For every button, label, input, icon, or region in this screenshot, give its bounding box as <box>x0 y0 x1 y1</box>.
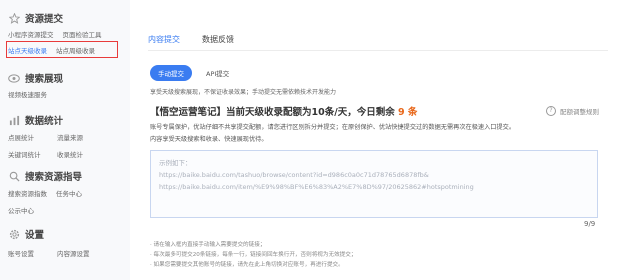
submit-mode-switch: 手动提交 API提交 <box>150 65 237 81</box>
nav-sub-row: 小程序资源提交 页面检验工具 <box>8 29 111 39</box>
quota-rule-label: 配额调整规则 <box>560 108 599 116</box>
nav-sub-row: 点展统计 流量来源 <box>8 132 92 142</box>
nav-item-mini-program-submit[interactable]: 小程序资源提交 <box>8 29 54 39</box>
tab-data-feedback[interactable]: 数据反馈 <box>202 34 234 51</box>
question-icon: ? <box>546 106 556 116</box>
nav-item-content-source-settings[interactable]: 内容源设置 <box>57 248 90 258</box>
quota-heading: 【悟空运营笔记】当前天级收录配额为10条/天，今日剩余 9 条 <box>150 104 417 118</box>
tip-line: · 请在输入框内直接手动输入需要提交的链接； <box>150 242 266 248</box>
nav-group-header[interactable]: 数据统计 <box>8 112 92 128</box>
nav-item-traffic-source[interactable]: 流量来源 <box>57 132 83 142</box>
nav-item-page-check-tool[interactable]: 页面检验工具 <box>63 29 102 39</box>
nav-item-search-index[interactable]: 搜索资源指数 <box>8 188 47 198</box>
nav-item-video-fast-service[interactable]: 视频极速服务 <box>8 89 47 99</box>
tip-line: · 如果您需要提交其他账号的链接，请先在此上角切换对应账号，再进行提交。 <box>150 262 344 268</box>
eye-icon <box>8 72 20 84</box>
nav-group-title: 资源提交 <box>25 14 64 25</box>
nav-group-header[interactable]: 搜索资源指导 <box>8 168 91 184</box>
api-submit-button[interactable]: API提交 <box>198 65 237 81</box>
tab-divider <box>148 50 608 51</box>
nav-group-title: 搜索展现 <box>25 74 64 85</box>
tip-line: · 每次最多可提交20条链接，每条一行，链接间回车换行开，否则将视为无效提交； <box>150 252 357 258</box>
mode-description: 享受天级搜索展现，不保证收录效果；手动提交无需依赖技术开发能力 <box>150 89 337 96</box>
quota-remaining: 9 条 <box>398 107 418 118</box>
quota-rule-link[interactable]: ? 配额调整规则 <box>546 106 599 116</box>
url-counter: 9/9 <box>584 220 596 228</box>
manual-submit-button[interactable]: 手动提交 <box>150 65 192 81</box>
textarea-placeholder-label: 示例如下： <box>159 159 192 167</box>
highlight-box <box>6 41 118 58</box>
nav-sub-row: 搜索资源指数 任务中心 <box>8 188 91 198</box>
tab-content-submit[interactable]: 内容提交 <box>148 34 180 51</box>
main-panel: 内容提交 数据反馈 手动提交 API提交 享受天级搜索展现，不保证收录效果；手动… <box>136 0 621 280</box>
nav-group-header[interactable]: 设置 <box>8 226 99 242</box>
page: 资源提交 小程序资源提交 页面检验工具 站点天级收录 站点周级收录 搜索展现 视… <box>0 0 621 280</box>
nav-sub-row: 关键词统计 收录统计 <box>8 149 92 159</box>
nav-item-indexing-stats[interactable]: 收录统计 <box>57 149 83 159</box>
nav-item-public-center[interactable]: 公示中心 <box>8 205 34 215</box>
nav-group-title: 搜索资源指导 <box>25 172 83 183</box>
nav-item-keyword-stats[interactable]: 关键词统计 <box>8 149 48 159</box>
nav-sub-row: 公示中心 <box>8 205 91 215</box>
nav-group-search-guide: 搜索资源指导 搜索资源指数 任务中心 公示中心 <box>8 168 91 215</box>
nav-group-header[interactable]: 资源提交 <box>8 10 111 26</box>
nav-item-display-stats[interactable]: 点展统计 <box>8 132 48 142</box>
nav-group-title: 设置 <box>25 230 45 241</box>
nav-sub-row: 账号设置 内容源设置 <box>8 248 99 258</box>
nav-group-title: 数据统计 <box>25 116 64 127</box>
note-line: 内容享受天级搜索和收录、快速展现优待。 <box>150 136 268 143</box>
nav-group-header[interactable]: 搜索展现 <box>8 70 63 86</box>
url-input-textarea[interactable]: 示例如下： https://baike.baidu.com/tashuo/bro… <box>150 150 598 218</box>
quota-heading-text: 【悟空运营笔记】当前天级收录配额为10条/天，今日剩余 <box>150 107 395 118</box>
search-icon <box>8 170 20 182</box>
nav-item-task-center[interactable]: 任务中心 <box>56 188 82 198</box>
nav-item-account-settings[interactable]: 账号设置 <box>8 248 48 258</box>
gear-icon <box>8 228 20 240</box>
chart-icon <box>8 114 20 126</box>
star-icon <box>8 12 20 24</box>
textarea-placeholder-line: https://baike.baidu.com/item/%E9%98%BF%E… <box>159 183 474 191</box>
sidebar: 资源提交 小程序资源提交 页面检验工具 站点天级收录 站点周级收录 搜索展现 视… <box>0 0 130 280</box>
nav-sub-row: 视频极速服务 <box>8 89 63 99</box>
tab-bar: 内容提交 数据反馈 <box>148 34 256 51</box>
nav-group-search-display: 搜索展现 视频极速服务 <box>8 70 63 99</box>
nav-group-settings: 设置 账号设置 内容源设置 <box>8 226 99 258</box>
textarea-placeholder-line: https://baike.baidu.com/tashuo/browse/co… <box>159 171 429 179</box>
nav-group-statistics: 数据统计 点展统计 流量来源 关键词统计 收录统计 <box>8 112 92 159</box>
note-line: 账号专属保护，优站仔细不共享提交配额，请您进行区别拆分并提交；在原创保护、优站快… <box>150 124 516 131</box>
